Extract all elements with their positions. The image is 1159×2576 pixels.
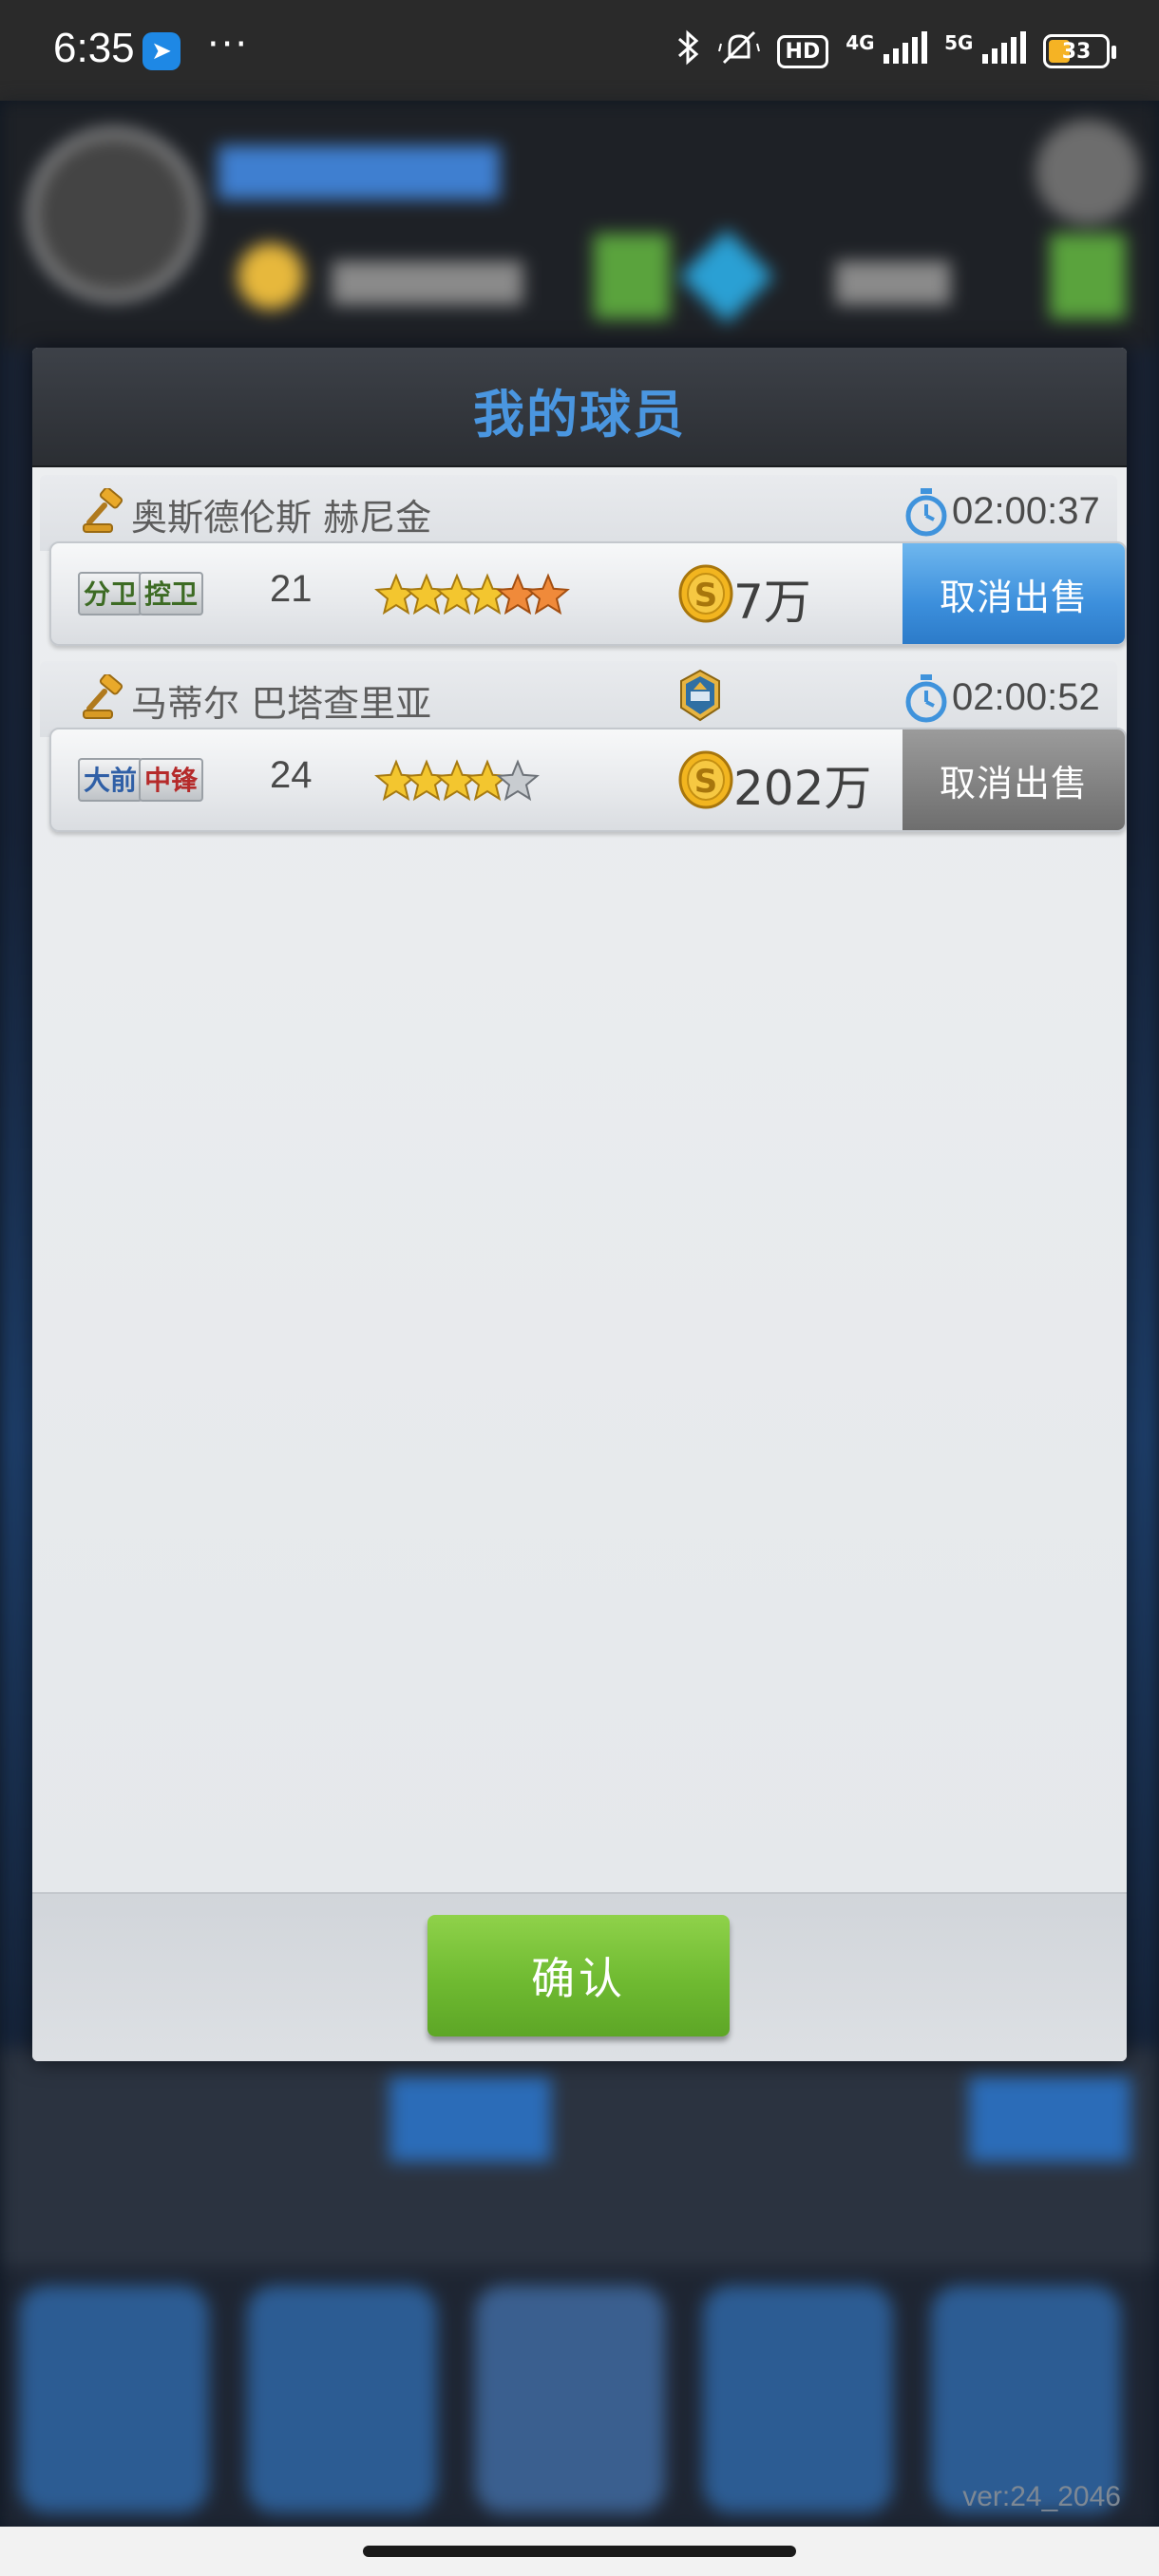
svg-text:S: S [694, 763, 718, 801]
sale-price: 202万 [733, 761, 872, 816]
club-badge-icon [680, 669, 720, 722]
star-icon [375, 575, 417, 614]
coin-icon: S [678, 564, 733, 623]
more-notifications-icon: ··· [207, 23, 250, 66]
bg-player-name: ▆▆▆▆▆▆ [218, 129, 500, 199]
bg-settings-icon [1036, 120, 1140, 224]
player-list: 奥斯德伦斯 赫尼金 02:00:37 分卫 控卫 21 S 7万 取消出售 马蒂… [32, 467, 1127, 1892]
star-icon [466, 761, 508, 800]
player-entry-header: 奥斯德伦斯 赫尼金 02:00:37 [40, 475, 1117, 551]
mute-vibrate-icon [717, 28, 760, 74]
timer-icon [905, 674, 947, 723]
cancel-sale-button[interactable]: 取消出售 [902, 543, 1125, 644]
bg-add-gem-button [1050, 234, 1126, 319]
player-entry: 马蒂尔 巴塔查里亚 02:00:52 大前 中锋 24 S 202万 取消出售 [40, 661, 1127, 847]
bluetooth-icon [676, 28, 701, 74]
player-age: 21 [270, 568, 313, 610]
svg-text:S: S [694, 577, 718, 615]
battery-level: 33 [1061, 39, 1092, 64]
position-tag: 控卫 [139, 572, 204, 616]
star-icon [497, 575, 539, 614]
bg-panel-button-left [390, 2076, 551, 2162]
confirm-button[interactable]: 确认 [428, 1915, 730, 2036]
bg-tab-5 [931, 2285, 1121, 2513]
player-entry: 奥斯德伦斯 赫尼金 02:00:37 分卫 控卫 21 S 7万 取消出售 [40, 475, 1127, 661]
star-icon [406, 575, 447, 614]
bg-add-coin-button [594, 234, 670, 319]
star-rating [375, 575, 569, 614]
system-nav-bar [0, 2527, 1159, 2576]
status-indicators: HD 4G 5G 33 [676, 28, 1116, 74]
bg-tab-3 [475, 2285, 665, 2513]
dialog-header: 我的球员 [32, 348, 1127, 467]
sale-price: 7万 [733, 575, 811, 630]
signal-5g-icon: 5G [944, 31, 1026, 71]
my-players-dialog: 我的球员 奥斯德伦斯 赫尼金 02:00:37 分卫 控卫 21 S 7万 取消… [32, 348, 1127, 2061]
star-icon [466, 575, 508, 614]
star-rating [375, 761, 539, 800]
position-tag: 中锋 [139, 758, 204, 802]
player-entry-header: 马蒂尔 巴塔查里亚 02:00:52 [40, 661, 1117, 737]
signal-5g-label: 5G [944, 31, 974, 54]
bg-coin-value: ▆▆▆▆▆ [332, 248, 522, 305]
player-age: 24 [270, 754, 313, 796]
home-gesture-handle[interactable] [363, 2546, 796, 2557]
star-icon [436, 575, 478, 614]
bg-gem-value: ▆▆▆ [836, 248, 950, 305]
signal-4g-label: 4G [846, 31, 875, 54]
half-star-icon [497, 761, 539, 800]
auction-timer: 02:00:52 [952, 676, 1100, 718]
bg-coin-icon [238, 243, 304, 310]
bg-tab-4 [703, 2285, 893, 2513]
version-label: ver:24_2046 [962, 2481, 1121, 2512]
auction-timer: 02:00:37 [952, 490, 1100, 532]
dialog-title: 我的球员 [473, 385, 686, 445]
coin-icon: S [678, 750, 733, 809]
bg-avatar [28, 129, 200, 300]
bg-tab-2 [247, 2285, 437, 2513]
star-icon [527, 575, 569, 614]
gavel-icon [83, 674, 124, 719]
timer-icon [905, 488, 947, 537]
player-name: 马蒂尔 巴塔查里亚 [131, 683, 432, 725]
star-icon [436, 761, 478, 800]
star-icon [375, 761, 417, 800]
hd-voice-icon: HD [776, 34, 829, 68]
player-entry-bar: 大前 中锋 24 S 202万 取消出售 [49, 728, 1127, 832]
position-tag: 大前 [78, 758, 143, 802]
signal-4g-icon: 4G [846, 31, 928, 71]
bg-tab-1 [19, 2285, 209, 2513]
bg-panel-button-right [969, 2076, 1130, 2162]
star-icon [406, 761, 447, 800]
notification-app-icon: ➤ [142, 32, 180, 70]
status-bar: 6:35 ➤ ··· HD 4G 5G 33 [0, 0, 1159, 101]
status-time: 6:35 [53, 25, 135, 71]
player-entry-bar: 分卫 控卫 21 S 7万 取消出售 [49, 541, 1127, 646]
position-tag: 分卫 [78, 572, 143, 616]
dialog-footer: 确认 [32, 1892, 1127, 2061]
gavel-icon [83, 488, 124, 533]
player-name: 奥斯德伦斯 赫尼金 [131, 497, 432, 539]
battery-icon: 33 [1043, 34, 1116, 68]
cancel-sale-button[interactable]: 取消出售 [902, 729, 1125, 830]
